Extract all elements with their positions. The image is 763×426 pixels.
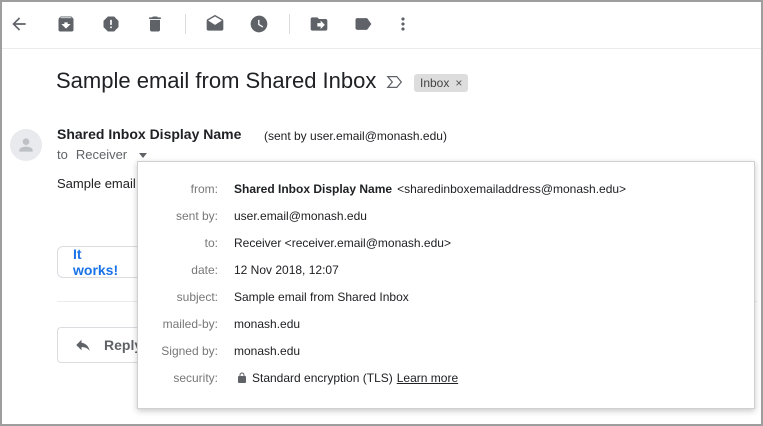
show-details-chevron-down-icon[interactable] [139,153,148,158]
details-row-subject: subject: Sample email from Shared Inbox [138,287,754,307]
details-value: Standard encryption (TLS) Learn more [234,371,458,385]
learn-more-link[interactable]: Learn more [397,371,458,385]
email-body: Sample email [57,176,136,191]
snooze-icon[interactable] [248,13,270,35]
details-value: Shared Inbox Display Name <sharedinboxem… [234,182,626,196]
details-key: date: [191,263,218,277]
details-key: security: [173,371,218,385]
sender-details-popup: from: Shared Inbox Display Name <sharedi… [137,161,755,409]
reply-icon [76,339,90,351]
details-row-mailed-by: mailed-by: monash.edu [138,314,754,334]
from-display-name: Shared Inbox Display Name [234,182,393,196]
details-value: monash.edu [234,317,301,331]
details-key: subject: [176,290,218,304]
toolbar-divider [289,14,290,34]
sent-by-note: (sent by user.email@monash.edu) [264,129,447,143]
to-prefix: to [57,147,68,162]
person-icon [19,138,33,152]
email-subject: Sample email from Shared Inbox [56,68,377,93]
details-value: monash.edu [234,344,301,358]
toolbar [2,2,761,49]
details-row-security: security: Standard encryption (TLS) Lear… [138,368,754,388]
details-row-from: from: Shared Inbox Display Name <sharedi… [138,179,754,199]
label-chip-text: Inbox [420,76,450,90]
report-spam-icon[interactable] [100,13,122,35]
from-address: <sharedinboxemailaddress@monash.edu> [397,182,627,196]
details-key: from: [190,182,218,196]
details-row-signed-by: Signed by: monash.edu [138,341,754,361]
email-view: Sample email from Shared Inbox Inbox × S… [0,0,763,426]
lock-icon [236,372,248,384]
toolbar-divider [185,14,186,34]
recipient-line: to Receiver [57,147,148,162]
importance-marker-icon[interactable] [386,74,406,90]
avatar[interactable] [10,129,42,161]
delete-icon[interactable] [144,13,166,35]
details-value: 12 Nov 2018, 12:07 [234,263,339,277]
back-arrow-icon[interactable] [8,13,30,35]
details-row-date: date: 12 Nov 2018, 12:07 [138,260,754,280]
inbox-label-chip: Inbox × [414,74,469,92]
archive-icon[interactable] [55,13,77,35]
remove-label-icon[interactable]: × [455,74,462,92]
details-key: mailed-by: [162,317,218,331]
details-value: Sample email from Shared Inbox [234,290,409,304]
details-row-sent-by: sent by: user.email@monash.edu [138,206,754,226]
mark-unread-icon[interactable] [204,13,226,35]
more-options-icon[interactable] [392,13,414,35]
sender-name: Shared Inbox Display Name [57,126,242,142]
move-to-icon[interactable] [308,13,330,35]
details-key: Signed by: [161,344,218,358]
label-icon[interactable] [352,13,374,35]
details-key: to: [204,236,218,250]
details-key: sent by: [175,209,218,223]
details-value: Receiver <receiver.email@monash.edu> [234,236,451,250]
details-value: user.email@monash.edu [234,209,367,223]
security-text: Standard encryption (TLS) [252,371,393,385]
details-row-to: to: Receiver <receiver.email@monash.edu> [138,233,754,253]
recipient-name: Receiver [75,147,128,162]
smart-reply-button[interactable]: It works! [57,246,145,278]
